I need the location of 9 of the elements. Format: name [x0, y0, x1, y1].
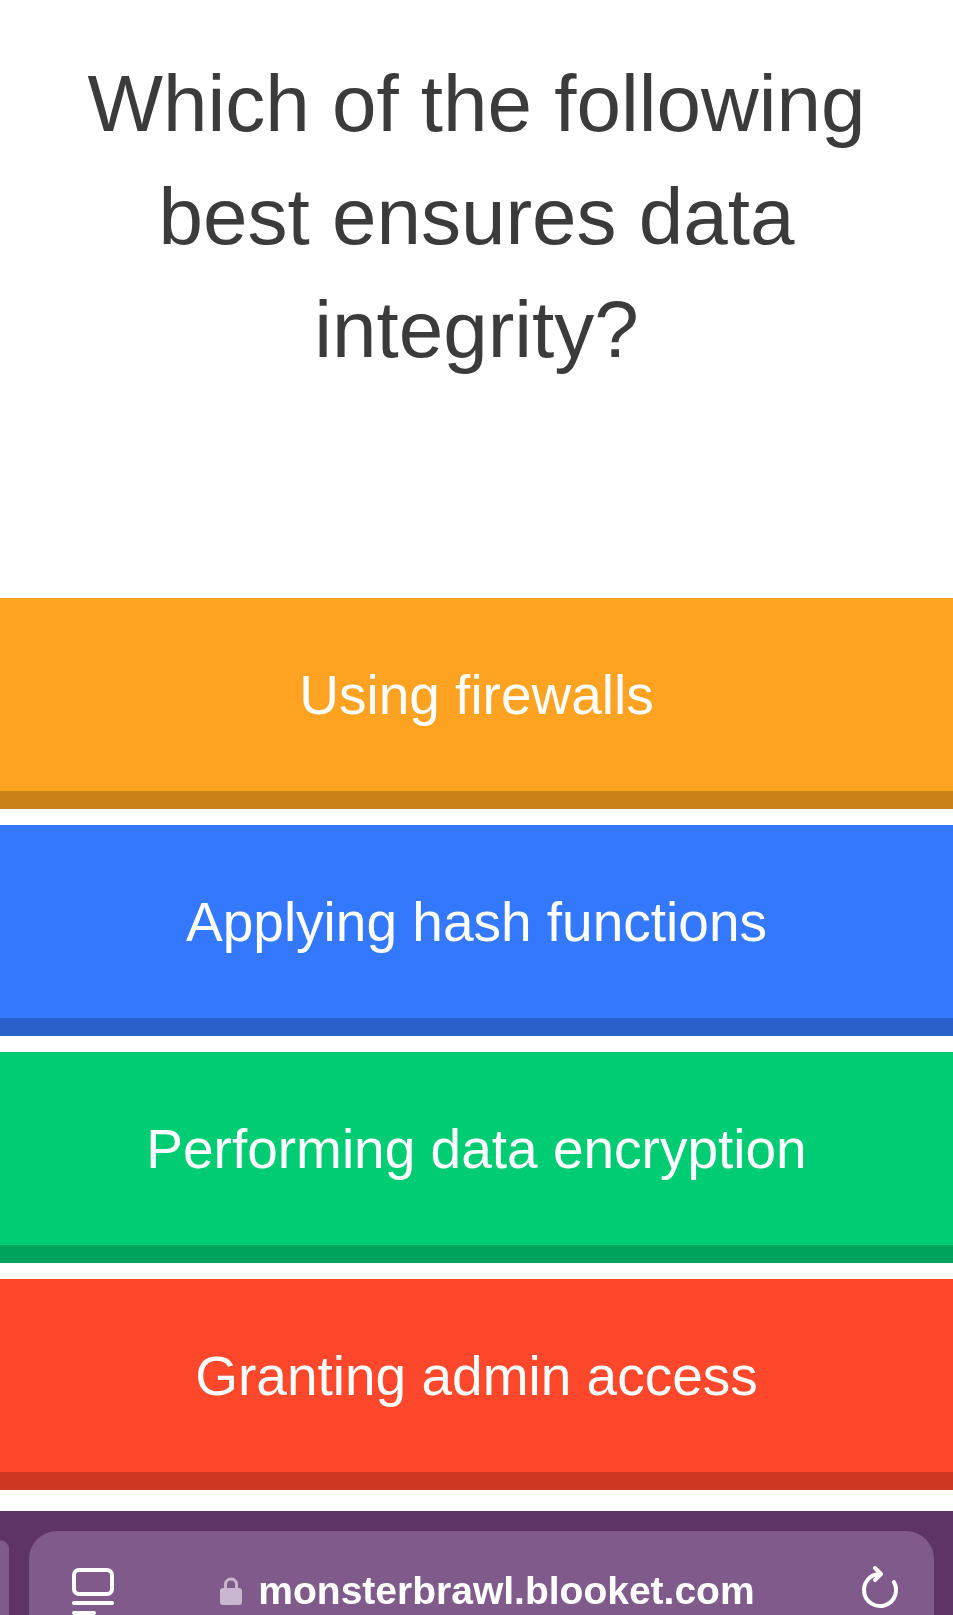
lock-icon — [219, 1575, 244, 1606]
url-text[interactable]: monsterbrawl.blooket.com — [258, 1568, 755, 1614]
reload-icon[interactable] — [860, 1563, 900, 1610]
answer-button[interactable]: Granting admin access — [0, 1279, 953, 1490]
answer-button[interactable]: Performing data encryption — [0, 1052, 953, 1263]
answer-button[interactable]: Applying hash functions — [0, 825, 953, 1036]
tabs-icon[interactable] — [72, 1568, 114, 1615]
answer-button[interactable]: Using firewalls — [0, 598, 953, 809]
question-text: Which of the following best ensures data integrity? — [86, 58, 867, 376]
